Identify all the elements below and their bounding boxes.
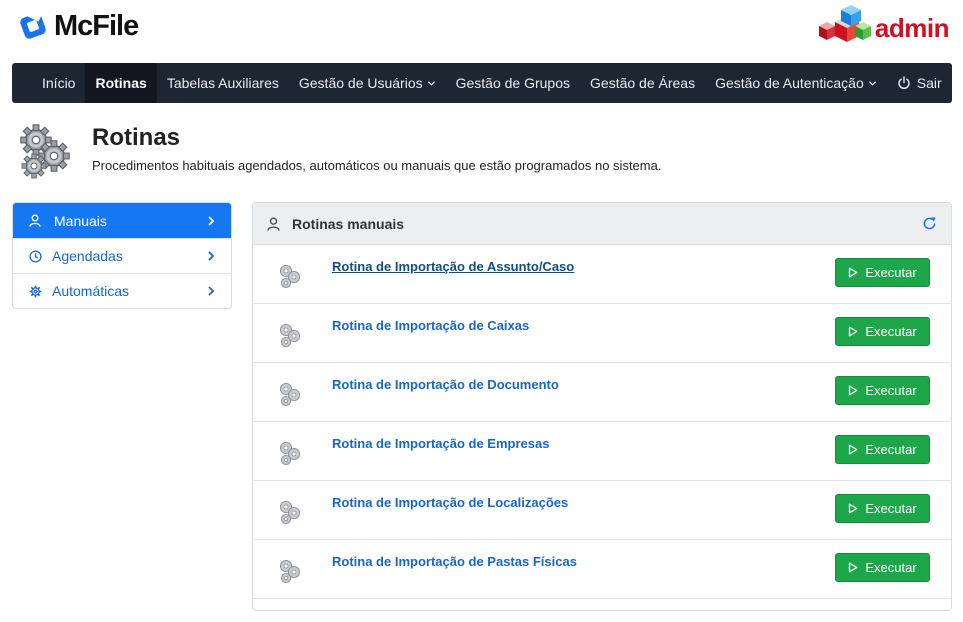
- chevron-right-icon: [208, 286, 215, 296]
- sidebar-item-label: Automáticas: [52, 283, 130, 299]
- admin-logo: admin: [817, 2, 950, 48]
- gears-icon: [20, 124, 70, 179]
- execute-button-label: Executar: [865, 265, 917, 280]
- sidebar-item-label: Manuais: [54, 212, 107, 229]
- play-icon: [849, 326, 858, 337]
- page-subtitle: Procedimentos habituais agendados, autom…: [92, 158, 662, 173]
- execute-button[interactable]: Executar: [835, 435, 930, 464]
- nav-label: Gestão de Grupos: [455, 75, 571, 91]
- gears-icon: [279, 264, 301, 289]
- mcfile-logo-icon: [20, 11, 46, 39]
- routine-row: Rotina de Importação de Localizações Exe…: [253, 481, 951, 540]
- chevron-down-icon: [427, 80, 435, 86]
- execute-button[interactable]: Executar: [835, 494, 930, 523]
- play-icon: [849, 267, 858, 278]
- user-icon: [267, 217, 280, 231]
- routine-list: Rotina de Importação de Assunto/Caso Exe…: [253, 245, 951, 599]
- nav-label: Tabelas Auxiliares: [166, 75, 279, 91]
- mcfile-logo[interactable]: McFile: [18, 9, 139, 42]
- execute-button-label: Executar: [865, 324, 917, 339]
- brand-name: McFile: [54, 9, 139, 42]
- panel-title: Rotinas manuais: [292, 215, 405, 232]
- routine-title[interactable]: Rotina de Importação de Assunto/Caso: [332, 259, 574, 274]
- sidebar-item-label: Agendadas: [52, 248, 123, 264]
- refresh-icon[interactable]: [922, 216, 937, 231]
- routines-panel: Rotinas manuais Rotina de Importação de …: [252, 202, 952, 611]
- routine-title[interactable]: Rotina de Importação de Empresas: [332, 436, 549, 451]
- play-icon: [849, 385, 858, 396]
- nav-label: Rotinas: [95, 75, 147, 91]
- logout-button[interactable]: Sair: [887, 63, 963, 103]
- nav-label: Gestão de Áreas: [590, 75, 696, 91]
- nav-item-inicio[interactable]: Início: [32, 63, 85, 103]
- cubes-icon: [818, 5, 871, 42]
- gears-icon: [279, 323, 301, 348]
- sidebar-item-manuais[interactable]: Manuais: [13, 203, 231, 238]
- execute-button-label: Executar: [865, 560, 917, 575]
- routine-row: Rotina de Importação de Pastas Físicas E…: [253, 540, 951, 599]
- routine-row: Rotina de Importação de Empresas Executa…: [253, 422, 951, 481]
- gear-icon: [29, 285, 42, 297]
- clock-icon: [29, 249, 42, 263]
- routine-title[interactable]: Rotina de Importação de Localizações: [332, 495, 568, 510]
- routine-row: Rotina de Importação de Documento Execut…: [253, 363, 951, 422]
- execute-button[interactable]: Executar: [835, 376, 930, 405]
- admin-label: admin: [874, 12, 950, 43]
- execute-button-label: Executar: [865, 442, 917, 457]
- nav-item-gestao-areas[interactable]: Gestão de Áreas: [580, 63, 705, 103]
- logout-label: Sair: [916, 75, 942, 91]
- chevron-right-icon: [208, 251, 215, 261]
- gears-icon: [279, 382, 301, 407]
- gears-icon: [279, 559, 301, 584]
- power-icon: [898, 76, 910, 90]
- routine-title[interactable]: Rotina de Importação de Caixas: [332, 318, 529, 333]
- execute-button[interactable]: Executar: [835, 258, 930, 287]
- chevron-down-icon: [868, 80, 876, 86]
- sidebar: Manuais Agendadas Automáticas: [12, 202, 232, 309]
- routine-title[interactable]: Rotina de Importação de Pastas Físicas: [332, 554, 577, 569]
- chevron-right-icon: [208, 215, 215, 226]
- execute-button[interactable]: Executar: [835, 317, 930, 346]
- nav-label: Gestão de Usuários: [298, 75, 423, 91]
- main-navbar: Início Rotinas Tabelas Auxiliares Gestão…: [12, 63, 952, 103]
- execute-button-label: Executar: [865, 501, 917, 516]
- nav-item-gestao-usuarios[interactable]: Gestão de Usuários: [289, 63, 446, 103]
- execute-button-label: Executar: [865, 383, 917, 398]
- sidebar-item-automaticas[interactable]: Automáticas: [13, 273, 231, 308]
- nav-label: Início: [42, 75, 76, 91]
- nav-label: Gestão de Autenticação: [715, 75, 864, 91]
- play-icon: [849, 444, 858, 455]
- page-title: Rotinas: [92, 124, 181, 151]
- sidebar-item-agendadas[interactable]: Agendadas: [13, 238, 231, 273]
- nav-item-rotinas[interactable]: Rotinas: [85, 63, 157, 103]
- user-icon: [29, 214, 41, 227]
- nav-item-tabelas-auxiliares[interactable]: Tabelas Auxiliares: [157, 63, 289, 103]
- nav-item-gestao-grupos[interactable]: Gestão de Grupos: [446, 63, 580, 103]
- execute-button[interactable]: Executar: [835, 553, 930, 582]
- play-icon: [849, 503, 858, 514]
- panel-header: Rotinas manuais: [253, 203, 951, 245]
- routine-title[interactable]: Rotina de Importação de Documento: [332, 377, 559, 392]
- gears-icon: [279, 441, 301, 466]
- routine-row: Rotina de Importação de Caixas Executar: [253, 304, 951, 363]
- nav-item-gestao-autenticacao[interactable]: Gestão de Autenticação: [705, 63, 887, 103]
- play-icon: [849, 562, 858, 573]
- gears-icon: [279, 500, 301, 525]
- routine-row: Rotina de Importação de Assunto/Caso Exe…: [253, 245, 951, 304]
